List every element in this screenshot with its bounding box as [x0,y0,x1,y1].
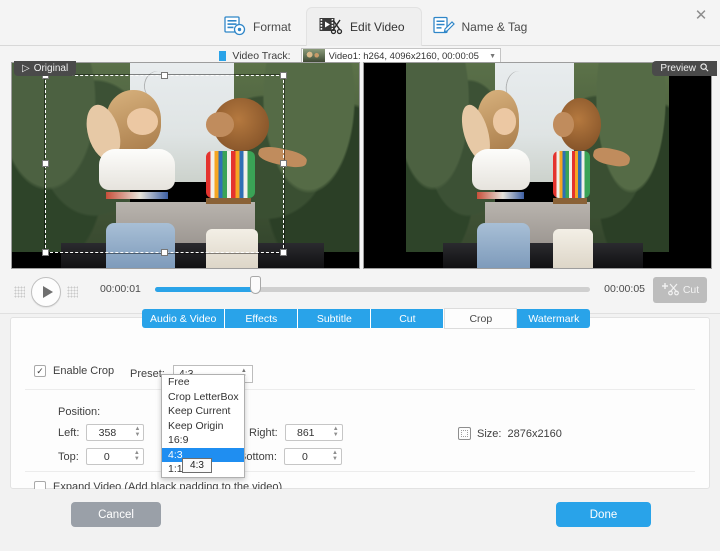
chevron-down-icon[interactable]: ▼ [486,53,500,60]
subtab-watermark[interactable]: Watermark [517,309,591,328]
right-input[interactable]: ▲▼ [284,424,343,441]
play-icon [42,286,53,298]
edit-video-icon [319,16,343,39]
done-button[interactable]: Done [556,502,651,527]
left-value [87,426,128,439]
dialog-footer: Cancel Done [0,489,720,551]
seek-progress [154,286,255,292]
tab-format-label: Format [253,20,292,34]
crop-handle-bottom-middle[interactable] [160,249,168,256]
preset-label: Preset: [130,368,165,380]
top-value [86,450,127,463]
crop-selection-box[interactable] [42,72,287,256]
top-tab-bar: Format Edit Video Name & Tag ✕ [0,0,720,46]
subtab-audio-video[interactable]: Audio & Video [142,309,226,328]
name-tag-icon [432,16,455,39]
edit-options-panel: Audio & Video Effects Subtitle Cut Crop … [10,308,710,493]
left-input[interactable]: ▲▼ [86,424,145,441]
top-stepper-icon[interactable]: ▲ ▼ [134,450,140,462]
video-track-label: Video Track: [232,50,291,62]
bottom-input[interactable]: ▲▼ [283,448,342,465]
result-preview-pane[interactable] [363,62,712,269]
tab-list: Format Edit Video Name & Tag [212,0,543,46]
subtab-cut[interactable]: Cut [371,309,445,328]
subtab-subtitle[interactable]: Subtitle [298,309,372,328]
crop-settings-body: ✓ Enable Crop Preset: 4:3 ▲▼ Position: L… [11,338,709,493]
subtab-crop[interactable]: Crop [444,308,518,329]
output-size-row: Size: 2876x2160 [458,427,562,440]
panel-divider-bottom [25,471,695,472]
position-label: Position: [58,406,101,418]
tab-edit-video[interactable]: Edit Video [307,8,421,46]
preset-option-keep-origin[interactable]: Keep Origin [162,419,244,434]
panel-divider-top [25,389,695,390]
seek-bar[interactable] [154,275,591,294]
cut-button[interactable]: Cut [653,277,707,303]
preset-option-16-9[interactable]: 16:9 [162,433,244,448]
preview-area: ▷ Original Preview [0,61,720,269]
preset-option-keep-current[interactable]: Keep Current [162,404,244,419]
bottom-stepper-icon[interactable]: ▲ ▼ [332,450,338,462]
grip-left-icon [14,286,25,298]
crop-handle-top-middle[interactable] [160,72,168,79]
close-icon[interactable]: ✕ [690,4,712,26]
current-time-label: 00:00:01 [100,283,141,295]
format-icon [224,15,246,39]
top-label: Top: [58,450,79,463]
seek-handle[interactable] [249,275,261,294]
tab-name-tag[interactable]: Name & Tag [421,8,544,46]
crop-handle-bottom-right[interactable] [280,249,287,256]
left-label: Left: [58,426,80,439]
total-time-label: 00:00:05 [604,283,645,295]
video-track-marker-icon [219,51,227,61]
preview-badge[interactable]: Preview [652,61,717,76]
original-badge-label: Original [33,63,69,74]
enable-crop-checkbox[interactable]: ✓ [34,365,46,377]
resize-icon [458,427,471,440]
checkmark-icon: ✓ [36,365,44,376]
right-stepper-icon[interactable]: ▲ ▼ [333,426,339,438]
size-value: 2876x2160 [507,427,562,440]
video-thumbnail [302,49,325,63]
left-stepper-icon[interactable]: ▲ ▼ [134,426,140,438]
bottom-value [284,450,325,463]
letterbox-right [669,63,711,268]
enable-crop-label: Enable Crop [53,365,115,377]
original-badge[interactable]: ▷ Original [14,61,77,76]
video-track-value: Video1: h264, 4096x2160, 00:00:05 [328,50,479,62]
preview-badge-label: Preview [660,63,696,74]
grip-right-icon [67,286,78,298]
size-label: Size: [477,427,502,440]
crop-handle-right-middle[interactable] [280,160,287,167]
cut-button-label: Cut [682,284,700,296]
tab-name-tag-label: Name & Tag [461,20,528,34]
preset-option-free[interactable]: Free [162,375,244,390]
subtab-effects[interactable]: Effects [225,309,299,328]
play-triangle-icon: ▷ [22,63,30,74]
cancel-button[interactable]: Cancel [71,502,161,527]
letterbox-left [364,63,406,268]
play-button[interactable] [31,277,61,307]
crop-handle-top-right[interactable] [280,72,287,79]
add-scissors-icon [661,281,680,299]
right-label: Right: [249,426,278,439]
preset-option-crop-letterbox[interactable]: Crop LetterBox [162,390,244,405]
tab-edit-video-label: Edit Video [350,20,405,34]
search-icon [700,62,709,75]
original-preview-pane[interactable] [11,62,360,269]
crop-handle-left-middle[interactable] [42,160,49,167]
edit-subtab-list: Audio & Video Effects Subtitle Cut Crop … [142,308,591,329]
preset-tooltip: 4:3 [182,458,212,473]
tab-format[interactable]: Format [212,8,307,46]
right-value [285,426,326,439]
cropped-video-frame [406,63,669,268]
crop-handle-bottom-left[interactable] [42,249,49,256]
transport-bar: 00:00:01 00:00:05 Cut [0,269,720,314]
top-input[interactable]: ▲▼ [85,448,144,465]
